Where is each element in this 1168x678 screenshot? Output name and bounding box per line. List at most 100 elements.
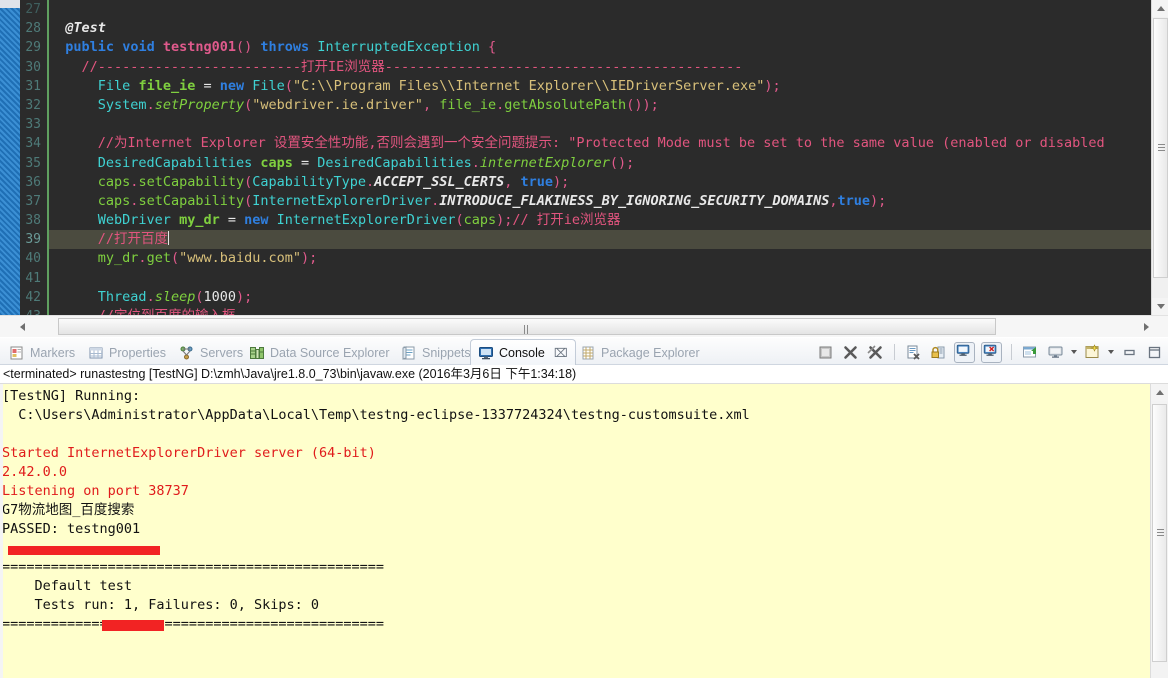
line-number: 38 bbox=[25, 213, 41, 229]
code-text-area[interactable]: @Test public void testng001() throws Int… bbox=[49, 0, 1151, 315]
clear-console-button[interactable] bbox=[904, 343, 923, 362]
scroll-up-arrow[interactable] bbox=[1151, 384, 1168, 401]
code-line[interactable]: //为Internet Explorer 设置安全性功能,否则会遇到一个安全问题… bbox=[49, 134, 1151, 153]
properties-icon bbox=[88, 345, 104, 361]
console-launch-status: <terminated> runastestng [TestNG] D:\zmh… bbox=[0, 365, 1168, 384]
editor-vscroll-thumb[interactable] bbox=[1153, 18, 1168, 278]
scroll-right-arrow[interactable] bbox=[1124, 316, 1168, 337]
console-text[interactable]: [TestNG] Running: C:\Users\Administrator… bbox=[0, 384, 1150, 678]
code-line[interactable]: my_dr.get("www.baidu.com"); bbox=[49, 249, 1151, 268]
line-number: 27 bbox=[25, 2, 41, 17]
line-number: 37 bbox=[25, 193, 41, 209]
console-line: C:\Users\Administrator\AppData\Local\Tem… bbox=[2, 407, 750, 423]
redaction-bar-passed bbox=[8, 546, 160, 555]
console-line-error: Started InternetExplorerDriver server (6… bbox=[2, 445, 376, 461]
scrollbar-grip-icon bbox=[1158, 144, 1165, 152]
maximize-button[interactable] bbox=[1145, 343, 1164, 362]
servers-icon bbox=[179, 345, 195, 361]
remove-launch-button[interactable] bbox=[841, 343, 860, 362]
remove-all-terminated-button[interactable] bbox=[866, 343, 885, 362]
toolbar-separator bbox=[1011, 344, 1012, 360]
view-tab-bar: Markers Properties Servers Data Source E… bbox=[0, 338, 1168, 365]
text-caret bbox=[168, 231, 170, 246]
line-number: 35 bbox=[25, 155, 41, 171]
terminate-button[interactable] bbox=[816, 343, 835, 362]
console-line: PASSED: testng001 bbox=[2, 521, 141, 537]
tab-properties[interactable]: Properties bbox=[81, 340, 173, 365]
editor-annotation-ruler[interactable] bbox=[0, 0, 20, 315]
code-line[interactable]: System.setProperty("webdriver.ie.driver"… bbox=[49, 96, 1151, 115]
scroll-lock-button[interactable] bbox=[929, 343, 948, 362]
java-editor[interactable]: 27 28 29 30 31 32 33 34 35 36 37 38 39 4… bbox=[0, 0, 1168, 315]
editor-horizontal-scrollbar[interactable] bbox=[0, 315, 1168, 348]
tab-package-explorer[interactable]: Package Explorer bbox=[573, 340, 707, 365]
line-number: 31 bbox=[25, 78, 41, 94]
console-line-error: Listening on port 38737 bbox=[2, 483, 189, 499]
scrollbar-grip-icon bbox=[1157, 529, 1164, 537]
code-line[interactable] bbox=[49, 0, 1151, 19]
markers-icon bbox=[9, 345, 25, 361]
console-view-toolbar bbox=[816, 341, 1164, 363]
eclipse-ide-window: 27 28 29 30 31 32 33 34 35 36 37 38 39 4… bbox=[0, 0, 1168, 678]
console-line: ========================================… bbox=[2, 559, 385, 575]
editor-hscroll-thumb[interactable] bbox=[58, 318, 996, 348]
annotation-ruler-top-cap bbox=[0, 0, 20, 8]
close-icon[interactable]: ⌧ bbox=[554, 346, 568, 360]
code-line[interactable]: caps.setCapability(CapabilityType.ACCEPT… bbox=[49, 173, 1151, 192]
pin-console-button[interactable] bbox=[1021, 343, 1040, 362]
code-line[interactable]: public void testng001() throws Interrupt… bbox=[49, 38, 1151, 57]
scrollbar-grip-icon bbox=[524, 323, 531, 348]
code-line[interactable]: //-------------------------打开IE浏览器------… bbox=[49, 58, 1151, 77]
snippets-icon bbox=[401, 345, 417, 361]
tab-markers[interactable]: Markers bbox=[2, 340, 82, 365]
code-line[interactable] bbox=[49, 115, 1151, 134]
scroll-left-arrow[interactable] bbox=[0, 316, 44, 337]
line-numbers: 27 28 29 30 31 32 33 34 35 36 37 38 39 4… bbox=[20, 0, 44, 315]
display-selected-console-button[interactable] bbox=[1046, 343, 1065, 362]
console-line: G7物流地图_百度搜索 bbox=[2, 502, 135, 518]
line-number: 42 bbox=[25, 289, 41, 305]
chevron-down-icon[interactable] bbox=[1071, 350, 1077, 354]
console-line-error: 2.42.0.0 bbox=[2, 464, 68, 480]
code-line[interactable]: File file_ie = new File("C:\\Program Fil… bbox=[49, 77, 1151, 96]
console-icon bbox=[478, 345, 494, 361]
tab-data-source-explorer[interactable]: Data Source Explorer bbox=[242, 340, 397, 365]
line-number: 32 bbox=[25, 97, 41, 113]
scroll-up-arrow[interactable] bbox=[1152, 0, 1168, 17]
line-number: 29 bbox=[25, 40, 41, 56]
scroll-down-arrow[interactable] bbox=[1152, 298, 1168, 315]
chevron-down-icon[interactable] bbox=[1108, 350, 1114, 354]
package-explorer-icon bbox=[580, 345, 596, 361]
code-line[interactable]: @Test bbox=[49, 19, 1151, 38]
code-line[interactable]: WebDriver my_dr = new InternetExplorerDr… bbox=[49, 211, 1151, 230]
code-line[interactable]: Thread.sleep(1000); bbox=[49, 288, 1151, 307]
console-line: Default test bbox=[2, 578, 133, 594]
line-number: 34 bbox=[25, 136, 41, 152]
code-line[interactable]: DesiredCapabilities caps = DesiredCapabi… bbox=[49, 154, 1151, 173]
console-vertical-scrollbar[interactable] bbox=[1150, 384, 1168, 678]
line-number: 43 bbox=[20, 307, 44, 315]
console-output-panel[interactable]: [TestNG] Running: C:\Users\Administrator… bbox=[0, 384, 1168, 678]
console-left-margin bbox=[0, 384, 3, 678]
open-console-button[interactable] bbox=[1083, 343, 1102, 362]
code-line-current[interactable]: //打开百度 bbox=[49, 230, 1151, 250]
editor-vertical-scrollbar[interactable] bbox=[1151, 0, 1168, 315]
tab-snippets[interactable]: Snippets bbox=[394, 340, 478, 365]
code-line[interactable]: //定位到百度的输入框 bbox=[49, 307, 1151, 315]
console-vscroll-thumb[interactable] bbox=[1152, 404, 1167, 662]
code-line[interactable] bbox=[49, 269, 1151, 288]
minimize-button[interactable] bbox=[1120, 343, 1139, 362]
show-console-on-error-button[interactable] bbox=[981, 341, 1002, 363]
tab-label: Markers bbox=[30, 345, 76, 360]
tab-console[interactable]: Console ⌧ bbox=[470, 339, 576, 365]
tab-label: Package Explorer bbox=[601, 345, 700, 360]
code-line[interactable]: caps.setCapability(InternetExplorerDrive… bbox=[49, 192, 1151, 211]
redaction-bar-summary bbox=[102, 620, 164, 631]
line-number-current: 39 bbox=[25, 232, 41, 248]
tab-servers[interactable]: Servers bbox=[172, 340, 250, 365]
console-line: ========================================… bbox=[2, 616, 385, 632]
line-number: 33 bbox=[25, 117, 41, 133]
show-console-on-output-button[interactable] bbox=[954, 341, 975, 363]
